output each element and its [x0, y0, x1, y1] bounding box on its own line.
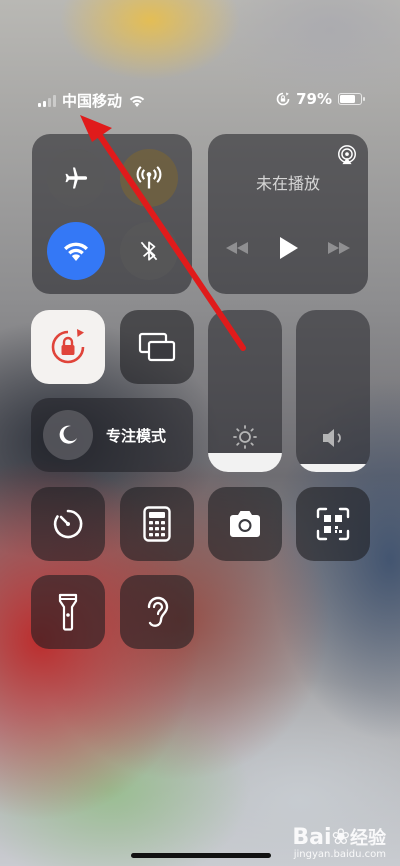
- paw-icon: ❀: [331, 825, 350, 850]
- baidu-jingyan-watermark: Bai❀经验 jingyan.baidu.com: [292, 825, 386, 861]
- watermark-brand: Bai: [292, 825, 332, 850]
- annotation-arrow: [80, 115, 246, 351]
- home-indicator[interactable]: [131, 853, 271, 858]
- watermark-brand-tail: 经验: [350, 828, 386, 849]
- watermark-url: jingyan.baidu.com: [293, 849, 386, 860]
